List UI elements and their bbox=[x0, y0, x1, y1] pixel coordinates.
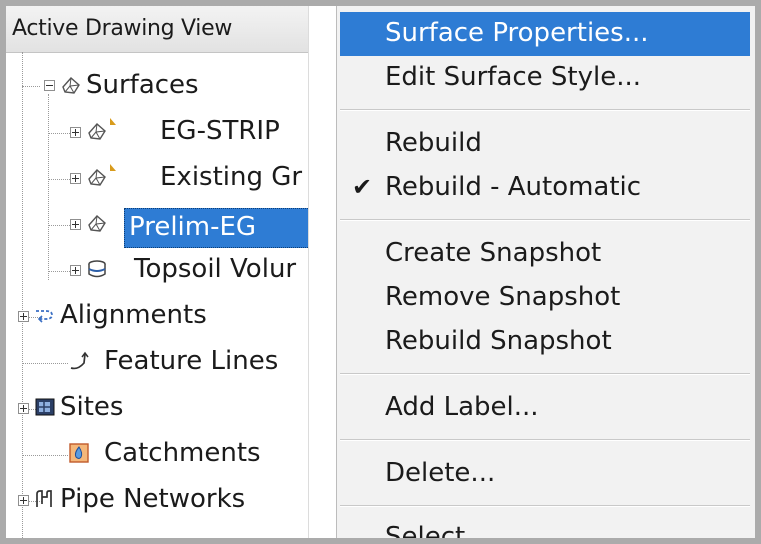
menu-item-add-label[interactable]: Add Label... bbox=[340, 386, 750, 430]
menu-item-label: Rebuild bbox=[385, 128, 482, 158]
tree-guide-line bbox=[22, 455, 68, 456]
surface-icon bbox=[88, 215, 106, 232]
menu-separator bbox=[340, 505, 750, 507]
menu-item-label: Rebuild - Automatic bbox=[385, 172, 642, 202]
menu-item-label: Delete... bbox=[385, 458, 496, 488]
volume-surface-icon bbox=[88, 260, 106, 278]
tree-label-pipe-networks: Pipe Networks bbox=[60, 484, 246, 514]
menu-item-delete[interactable]: Delete... bbox=[340, 452, 750, 496]
tree-label-prelim-eg-selected: Prelim-EG bbox=[124, 208, 308, 248]
tree-label-existing-ground: Existing Gr bbox=[160, 162, 303, 192]
expand-toggle-icon[interactable] bbox=[70, 127, 81, 138]
menu-separator bbox=[340, 373, 750, 375]
feature-line-icon bbox=[70, 351, 89, 370]
tree-label-sites: Sites bbox=[60, 392, 124, 422]
menu-item-label: Create Snapshot bbox=[385, 238, 602, 268]
tree-header-title: Active Drawing View bbox=[12, 16, 233, 41]
menu-item-rebuild[interactable]: Rebuild bbox=[340, 122, 750, 166]
tree-label-eg-strip: EG-STRIP bbox=[160, 116, 280, 146]
tree-label-alignments: Alignments bbox=[60, 300, 207, 330]
tree-header: Active Drawing View bbox=[6, 6, 308, 53]
tree-guide-line bbox=[22, 86, 40, 87]
menu-item-rebuild-automatic[interactable]: ✔ Rebuild - Automatic bbox=[340, 166, 750, 210]
menu-item-surface-properties[interactable]: Surface Properties... bbox=[340, 12, 750, 56]
menu-separator bbox=[340, 109, 750, 111]
menu-item-label: Select bbox=[385, 522, 466, 538]
out-of-date-flag-icon bbox=[110, 164, 116, 171]
menu-item-remove-snapshot[interactable]: Remove Snapshot bbox=[340, 276, 750, 320]
menu-separator bbox=[340, 439, 750, 441]
expand-toggle-icon[interactable] bbox=[70, 219, 81, 230]
menu-item-create-snapshot[interactable]: Create Snapshot bbox=[340, 232, 750, 276]
surface-icon bbox=[88, 123, 106, 140]
menu-item-label: Add Label... bbox=[385, 392, 539, 422]
menu-separator bbox=[340, 219, 750, 221]
expand-toggle-icon[interactable] bbox=[70, 265, 81, 276]
alignment-icon bbox=[36, 310, 53, 323]
checkmark-icon: ✔ bbox=[352, 173, 373, 201]
tree-guide-line bbox=[22, 363, 68, 364]
screenshot-frame: Active Drawing View Surfaces EG-STRIP Ex… bbox=[6, 6, 755, 538]
menu-item-rebuild-snapshot[interactable]: Rebuild Snapshot bbox=[340, 320, 750, 364]
catchment-icon bbox=[69, 443, 89, 463]
out-of-date-flag-icon bbox=[110, 118, 116, 125]
menu-item-label: Remove Snapshot bbox=[385, 282, 621, 312]
tree-label-feature-lines: Feature Lines bbox=[104, 346, 279, 376]
menu-item-select[interactable]: Select bbox=[340, 516, 750, 538]
tree-label-catchments: Catchments bbox=[104, 438, 261, 468]
tree-guide-line bbox=[22, 52, 23, 538]
context-menu: Surface Properties... Edit Surface Style… bbox=[336, 6, 755, 538]
expand-toggle-icon[interactable] bbox=[70, 173, 81, 184]
tree-label-surfaces: Surfaces bbox=[86, 70, 199, 100]
menu-item-label: Edit Surface Style... bbox=[385, 62, 642, 92]
expand-toggle-icon[interactable] bbox=[18, 495, 29, 506]
menu-item-label: Surface Properties... bbox=[385, 18, 649, 48]
surface-icon bbox=[62, 77, 80, 94]
expand-toggle-icon[interactable] bbox=[18, 403, 29, 414]
tree-label-topsoil-volume: Topsoil Volur bbox=[134, 254, 297, 284]
sites-icon bbox=[35, 398, 55, 416]
expand-toggle-icon[interactable] bbox=[18, 311, 29, 322]
menu-item-edit-surface-style[interactable]: Edit Surface Style... bbox=[340, 56, 750, 100]
menu-item-label: Rebuild Snapshot bbox=[385, 326, 612, 356]
prospector-tree-panel: Active Drawing View Surfaces EG-STRIP Ex… bbox=[6, 6, 309, 538]
pipe-network-icon bbox=[36, 490, 52, 507]
surface-icon bbox=[88, 169, 106, 186]
collapse-toggle-icon[interactable] bbox=[44, 80, 55, 91]
tree-guide-line bbox=[48, 94, 49, 280]
